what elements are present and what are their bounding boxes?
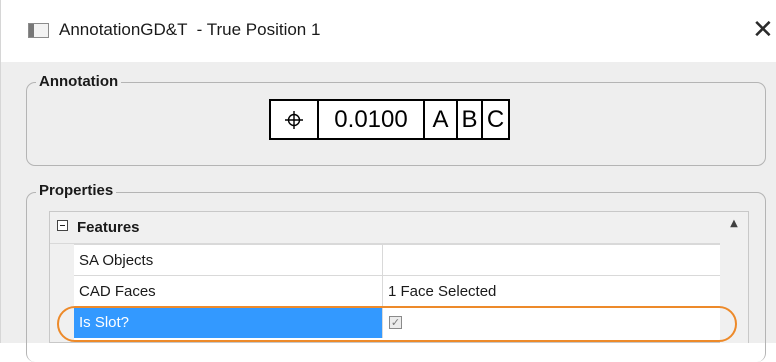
datum-a: A: [423, 101, 456, 138]
property-row-cad-faces[interactable]: CAD Faces 1 Face Selected: [74, 275, 721, 307]
property-value[interactable]: 1 Face Selected: [383, 276, 721, 307]
annotation-gdt-dialog: AnnotationGD&T - True Position 1 ✕ Annot…: [0, 0, 776, 362]
property-value[interactable]: [383, 245, 721, 276]
property-row-sa-objects[interactable]: SA Objects: [74, 244, 721, 276]
datum-b: B: [456, 101, 481, 138]
properties-group-label: Properties: [36, 182, 117, 199]
scroll-up-arrow-icon[interactable]: ▲: [720, 212, 748, 236]
tolerance-value: 0.0100: [317, 101, 423, 138]
close-icon[interactable]: ✕: [752, 14, 776, 46]
property-value[interactable]: ✓: [383, 307, 721, 338]
category-label: Features: [77, 219, 140, 236]
title-bar: AnnotationGD&T - True Position 1 ✕: [1, 0, 776, 62]
window-title: AnnotationGD&T - True Position 1: [59, 20, 321, 39]
property-name: CAD Faces: [74, 276, 383, 307]
window-app-icon: [28, 23, 49, 38]
feature-control-frame: 0.0100 A B C: [269, 99, 510, 140]
property-row-is-slot[interactable]: Is Slot? ✓: [74, 306, 721, 338]
datum-c: C: [481, 101, 508, 138]
property-name-selected: Is Slot?: [74, 307, 383, 338]
vertical-scrollbar[interactable]: ▲: [720, 212, 748, 343]
is-slot-checkbox[interactable]: ✓: [389, 316, 402, 329]
true-position-icon: [271, 101, 317, 138]
annotation-group-label: Annotation: [36, 73, 122, 90]
property-grid: Features SA Objects CAD Faces 1 Face Sel…: [49, 211, 749, 343]
grid-margin-column: [50, 244, 74, 342]
property-name: SA Objects: [74, 245, 383, 276]
category-row-features[interactable]: Features: [50, 212, 721, 244]
collapse-minus-icon[interactable]: [57, 220, 68, 231]
